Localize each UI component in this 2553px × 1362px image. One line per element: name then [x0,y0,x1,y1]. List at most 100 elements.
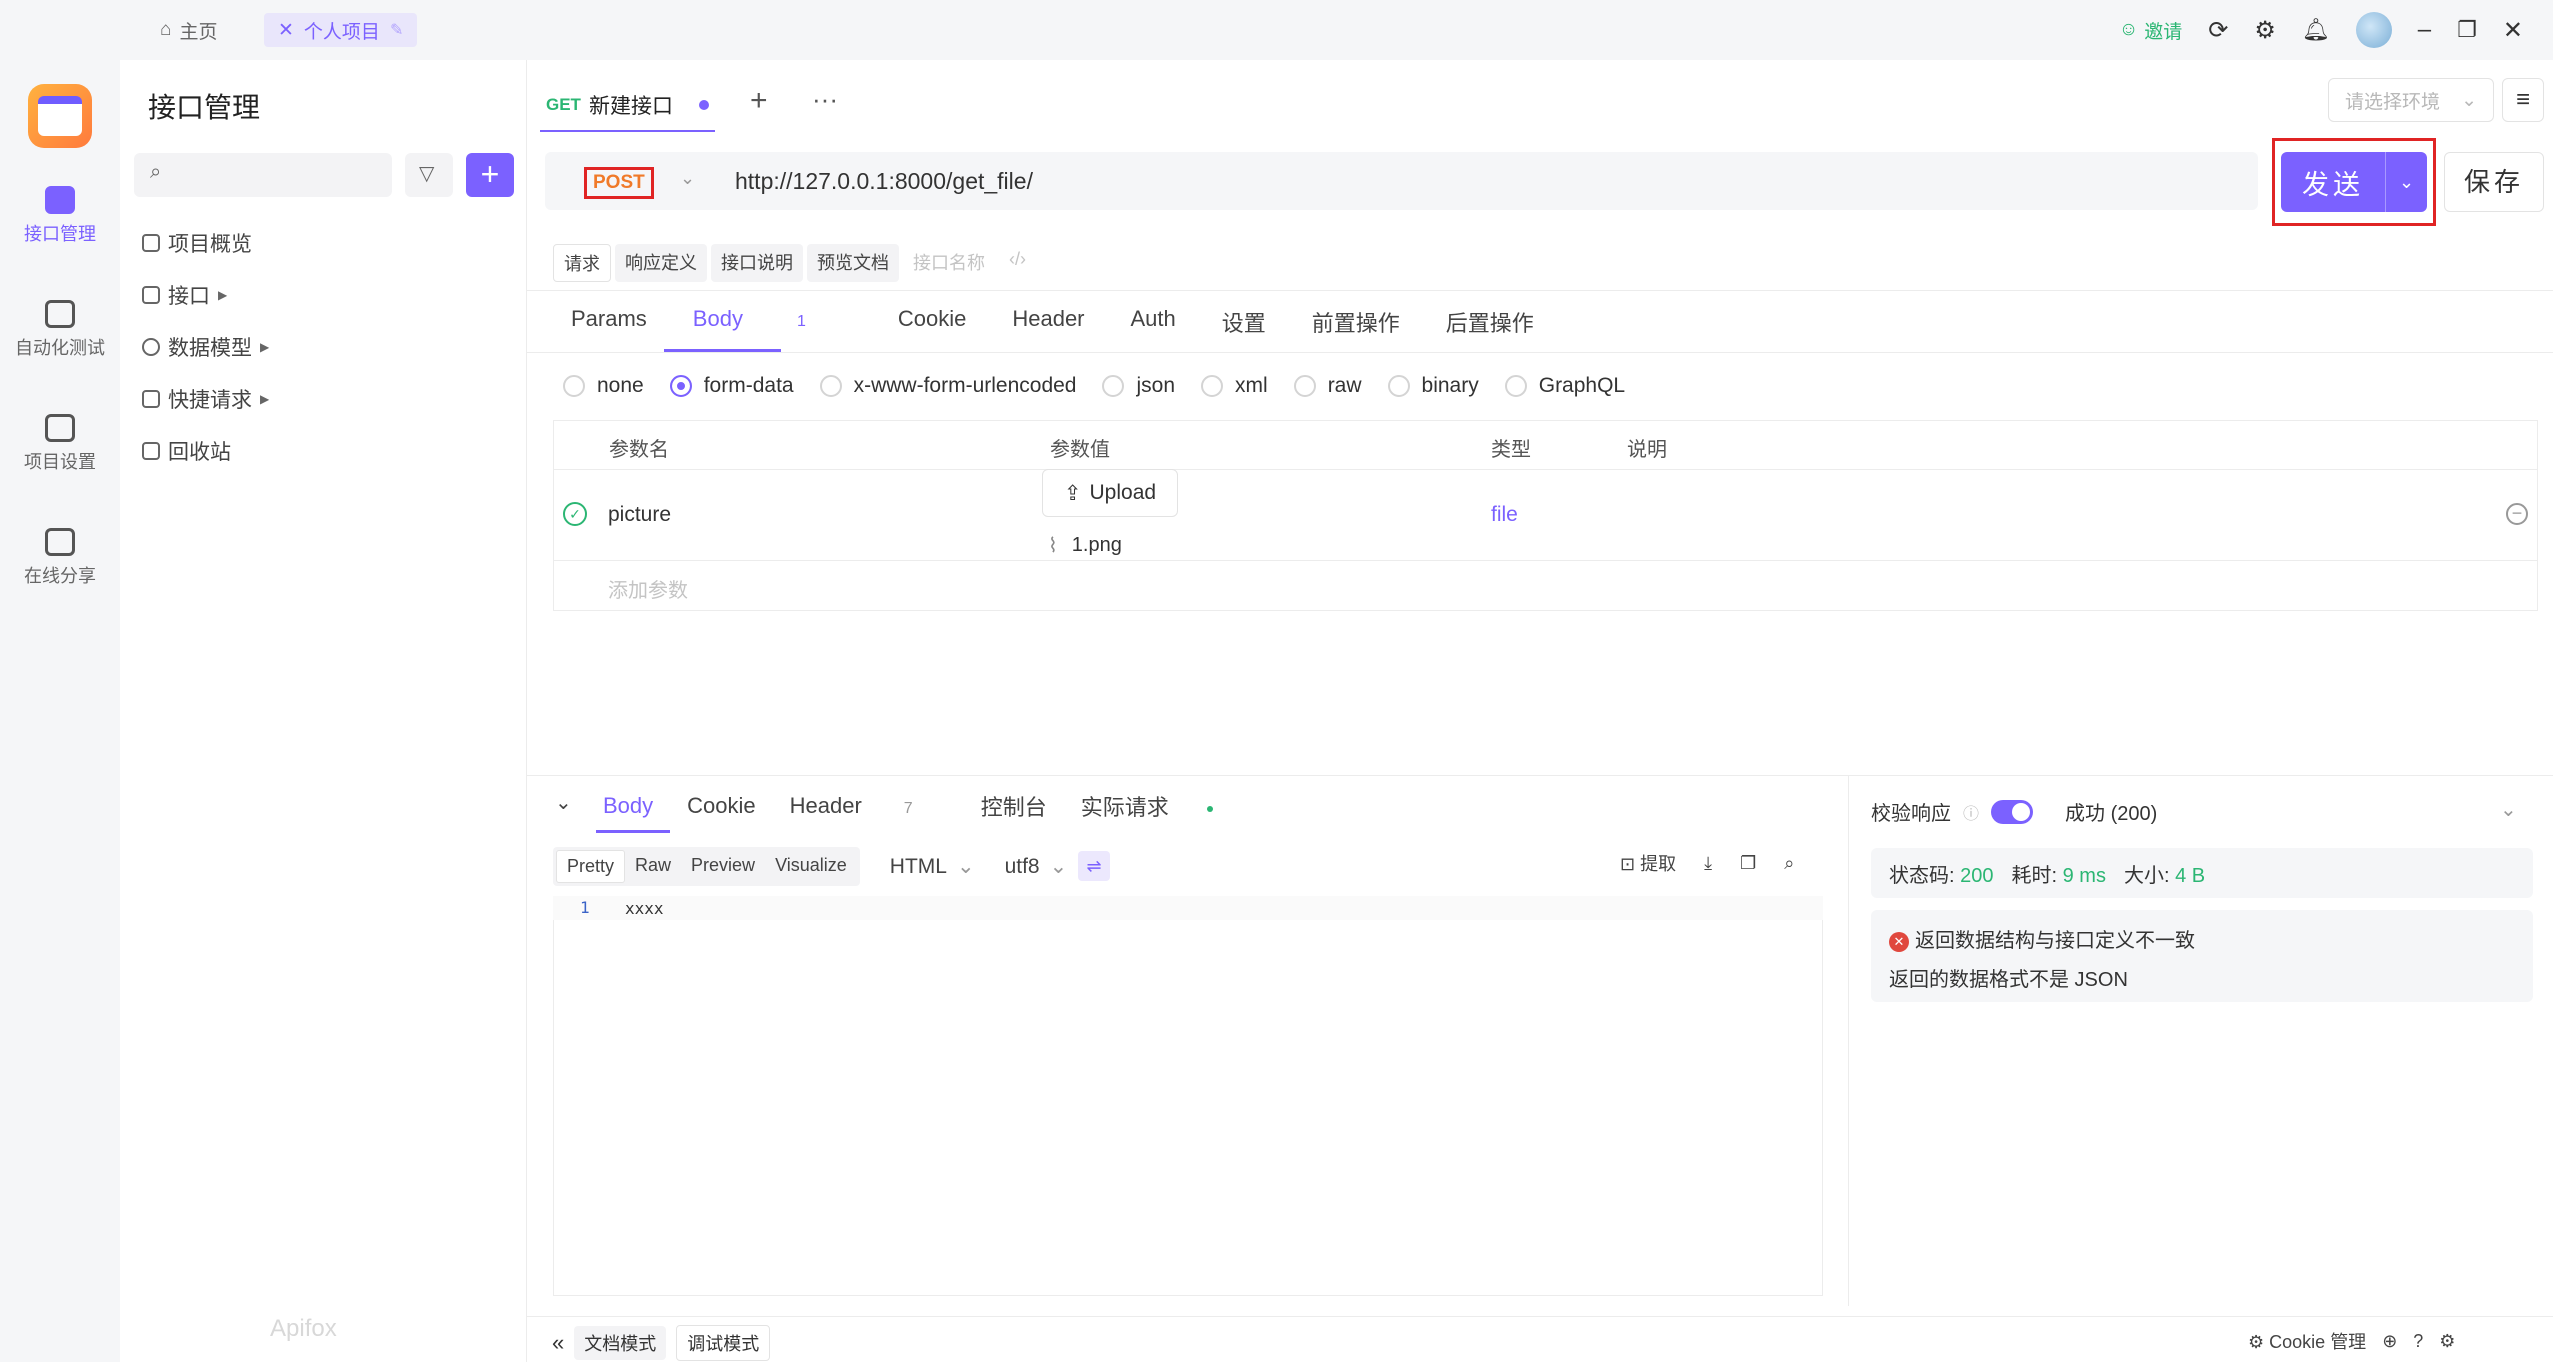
save-button[interactable]: 保存 [2444,152,2544,212]
chevron-down-icon[interactable]: ⌄ [680,168,695,189]
sidebar-item-data-model[interactable]: 数据模型 ▶ [142,332,269,362]
gear-icon[interactable]: ⚙ [2254,16,2276,45]
tab-params[interactable]: Params [571,306,647,338]
help-icon[interactable]: ⓘ [1963,800,1979,824]
send-button[interactable]: 发送 ⌄ [2281,152,2427,212]
tab-post-actions[interactable]: 后置操作 [1446,306,1534,338]
debug-mode-tab[interactable]: 调试模式 [676,1325,771,1361]
bell-icon[interactable]: 🔔︎ [2302,17,2330,43]
subtab-request[interactable]: 请求 [553,244,611,282]
subtab-preview-doc[interactable]: 预览文档 [807,244,899,282]
chevron-down-icon[interactable]: ⌄ [2500,797,2517,822]
radio-label: GraphQL [1538,374,1626,397]
download-icon[interactable]: ⤓ [1704,853,1712,874]
send-dropdown-icon[interactable]: ⌄ [2386,172,2427,193]
avatar[interactable] [2355,12,2392,48]
copy-icon[interactable]: ❐ [1740,853,1756,874]
radio-none[interactable]: none [563,374,644,398]
api-name-input[interactable]: 接口名称 [903,244,995,282]
view-mode-pretty[interactable]: Pretty [556,850,626,883]
close-icon[interactable]: ✕ [278,19,294,42]
upload-button[interactable]: ⇪ Upload [1042,469,1178,517]
sidebar-item-trash[interactable]: 回收站 [142,436,231,466]
body-type-radios: none form-data x-www-form-urlencoded jso… [563,374,1651,398]
attached-file[interactable]: ⌇ 1.png [1048,533,1122,558]
sidebar-title: 接口管理 [148,92,261,123]
code-icon[interactable]: ‹/› [999,244,1036,282]
word-wrap-icon[interactable]: ⇌ [1078,851,1110,881]
radio-xml[interactable]: xml [1201,374,1268,398]
radio-binary[interactable]: binary [1387,374,1479,398]
response-tab-actual-request[interactable]: 实际请求 [1081,790,1247,822]
menu-button[interactable]: ≡ [2502,78,2544,122]
rail-item-project-settings[interactable]: 项目设置 [0,414,120,474]
format-select[interactable]: HTML ⌄ [890,854,975,879]
radio-json[interactable]: json [1102,374,1175,398]
home-tab[interactable]: ⌂ 主页 [160,14,218,46]
settings-icon[interactable]: ⚙ [2439,1331,2455,1352]
add-user-icon: ☺ [2118,19,2139,40]
view-mode-preview[interactable]: Preview [681,850,765,883]
param-type-select[interactable]: file [1491,503,1518,527]
response-tab-header[interactable]: Header 7 [790,793,947,819]
check-circle-icon[interactable]: ✓ [563,502,587,526]
add-button[interactable]: + [466,153,514,197]
doc-mode-tab[interactable]: 文档模式 [574,1326,667,1360]
rail-item-api-management[interactable]: 接口管理 [0,186,120,246]
response-tab-cookie[interactable]: Cookie [687,793,755,819]
filter-button[interactable]: ▽ [405,153,453,197]
cookie-manage-button[interactable]: ⚙ Cookie 管理 [2248,1328,2366,1354]
radio-graphql[interactable]: GraphQL [1504,374,1626,398]
sidebar-item-quick-request[interactable]: 快捷请求 ▶ [142,384,269,414]
radio-raw[interactable]: raw [1293,374,1362,398]
invite-button[interactable]: ☺ 邀请 [2119,17,2182,44]
project-tab[interactable]: ✕ 个人项目 ✎ [264,13,418,47]
tab-settings[interactable]: 设置 [1222,306,1266,338]
environment-select[interactable]: 请选择环境 ⌄ [2328,78,2494,122]
tab-pre-actions[interactable]: 前置操作 [1312,306,1400,338]
mode-tabs: « 文档模式 调试模式 [552,1325,771,1361]
restore-icon[interactable]: ❐ [2457,17,2477,43]
minimize-icon[interactable]: – [2418,16,2431,44]
radio-urlencoded[interactable]: x-www-form-urlencoded [819,374,1076,398]
url-input[interactable]: http://127.0.0.1:8000/get_file/ [735,168,1033,195]
tab-body[interactable]: Body 1 [693,306,852,338]
new-tab-button[interactable]: + [750,84,768,118]
encoding-select[interactable]: utf8 ⌄ [1005,854,1068,879]
response-editor[interactable] [553,896,1823,1296]
param-name-input[interactable]: picture [608,503,671,527]
tab-header[interactable]: Header [1012,306,1084,338]
column-header-type: 类型 [1491,439,1531,461]
sidebar-item-api[interactable]: 接口 ▶ [142,280,227,310]
response-tab-body[interactable]: Body [603,793,653,819]
tab-auth[interactable]: Auth [1131,306,1176,338]
edit-icon[interactable]: ✎ [390,20,403,40]
tab-cookie[interactable]: Cookie [898,306,966,338]
request-tab[interactable]: GET 新建接口 [540,80,715,132]
extract-button[interactable]: ⊡ 提取 [1620,850,1676,876]
search-icon[interactable]: ⌕ [1784,853,1794,874]
help-circle-icon[interactable]: ? [2413,1331,2423,1352]
window-close-icon[interactable]: ✕ [2503,16,2523,45]
collapse-left-icon[interactable]: « [552,1330,564,1356]
radio-form-data[interactable]: form-data [669,374,794,398]
radio-circle [1102,375,1125,397]
subtab-response-definition[interactable]: 响应定义 [615,244,707,282]
view-mode-visualize[interactable]: Visualize [765,850,857,883]
collapse-chevron-icon[interactable]: ⌄ [555,790,572,815]
method-select[interactable]: POST [584,167,654,199]
column-header-name: 参数名 [609,439,669,461]
remove-icon[interactable]: − [2506,503,2528,525]
subtab-api-description[interactable]: 接口说明 [711,244,803,282]
rail-item-online-share[interactable]: 在线分享 [0,528,120,588]
rail-item-automation[interactable]: 自动化测试 [0,300,120,360]
sync-icon[interactable]: ⟳ [2208,16,2228,45]
view-mode-raw[interactable]: Raw [625,850,681,883]
validation-toggle[interactable] [1991,799,2034,824]
sidebar-item-overview[interactable]: 项目概览 [142,228,252,258]
search-input[interactable]: ⌕ [134,153,392,197]
add-param-input[interactable]: 添加参数 [608,574,688,603]
add-circle-icon[interactable]: ⊕ [2382,1331,2397,1352]
response-tab-console[interactable]: 控制台 [981,790,1047,822]
more-icon[interactable]: ··· [812,84,838,115]
